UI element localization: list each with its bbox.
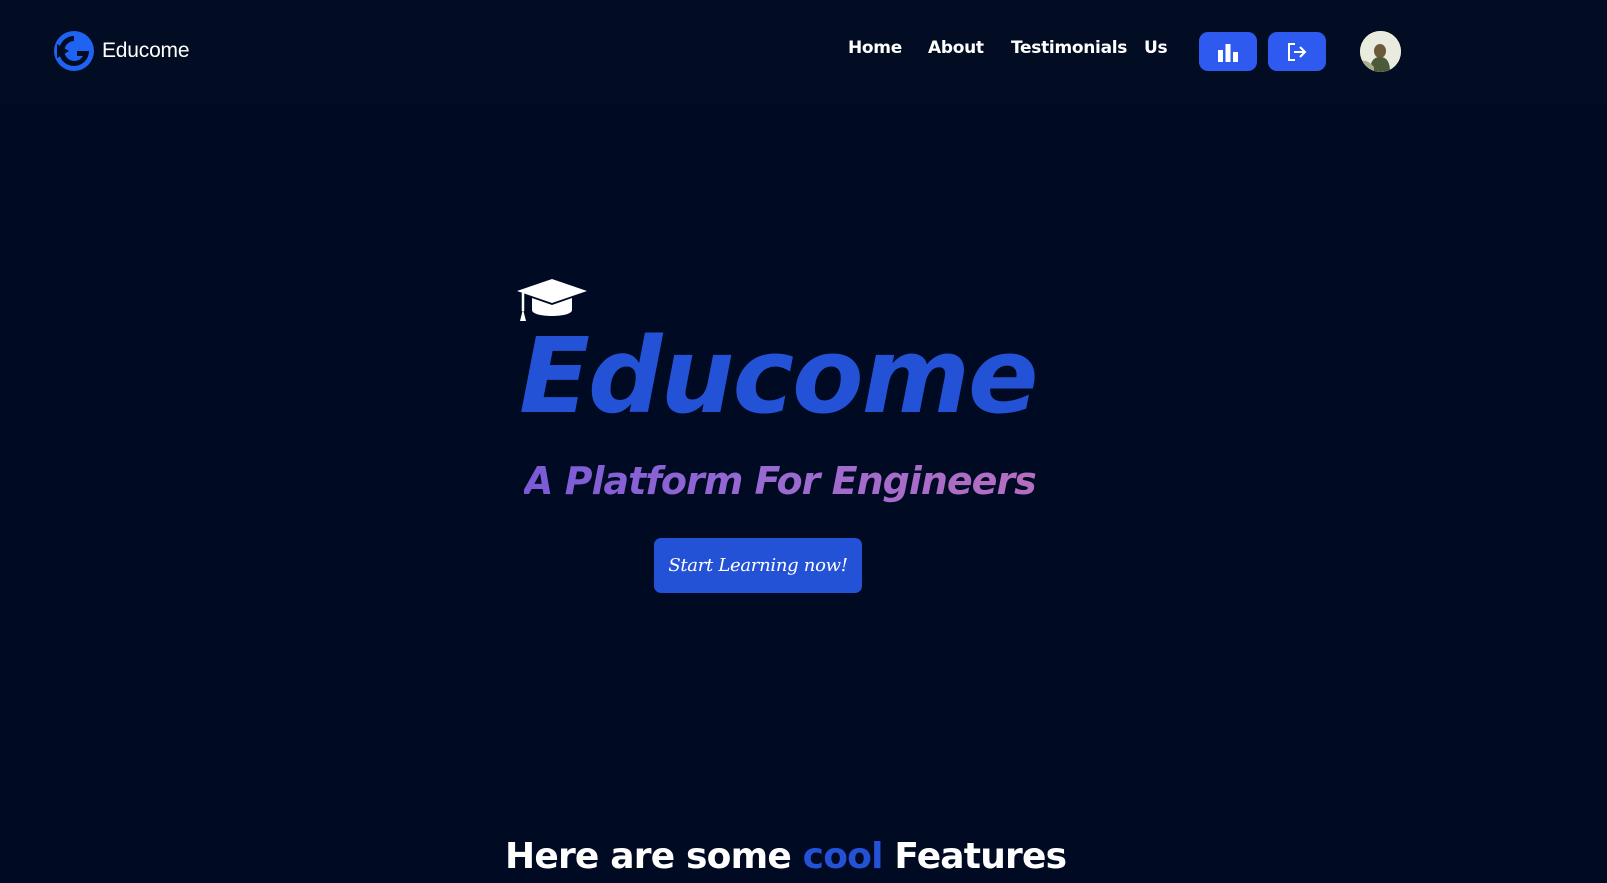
features-heading-prefix: Here are some xyxy=(505,836,803,877)
bar-chart-icon xyxy=(1218,43,1238,62)
nav-link-home[interactable]: Home xyxy=(848,38,902,58)
brand-logo[interactable]: Educome xyxy=(53,30,190,72)
hero-subtitle: A Platform For Engineers xyxy=(524,456,1037,506)
avatar-photo-icon xyxy=(1360,31,1401,72)
features-heading-accent: cool xyxy=(802,836,884,877)
nav-link-testimonials[interactable]: Testimonials xyxy=(1011,38,1127,58)
start-learning-button[interactable]: Start Learning now! xyxy=(654,538,862,593)
navbar: Educome Home About Testimonials Us xyxy=(0,0,1607,104)
nav-link-us[interactable]: Us xyxy=(1144,38,1168,58)
features-heading: Here are some cool Features xyxy=(505,832,1067,882)
logout-button[interactable] xyxy=(1268,32,1326,71)
logout-icon xyxy=(1288,42,1307,61)
start-learning-label: Start Learning now! xyxy=(668,555,848,576)
landing-page: Educome Home About Testimonials Us Educo… xyxy=(0,0,1607,883)
user-avatar[interactable] xyxy=(1360,31,1401,72)
educome-logo-icon xyxy=(54,31,94,71)
nav-link-about[interactable]: About xyxy=(928,38,984,58)
stats-button[interactable] xyxy=(1199,32,1257,71)
brand-name: Educome xyxy=(102,39,190,62)
hero-title: Educome xyxy=(519,315,1039,437)
features-heading-suffix: Features xyxy=(882,836,1067,877)
